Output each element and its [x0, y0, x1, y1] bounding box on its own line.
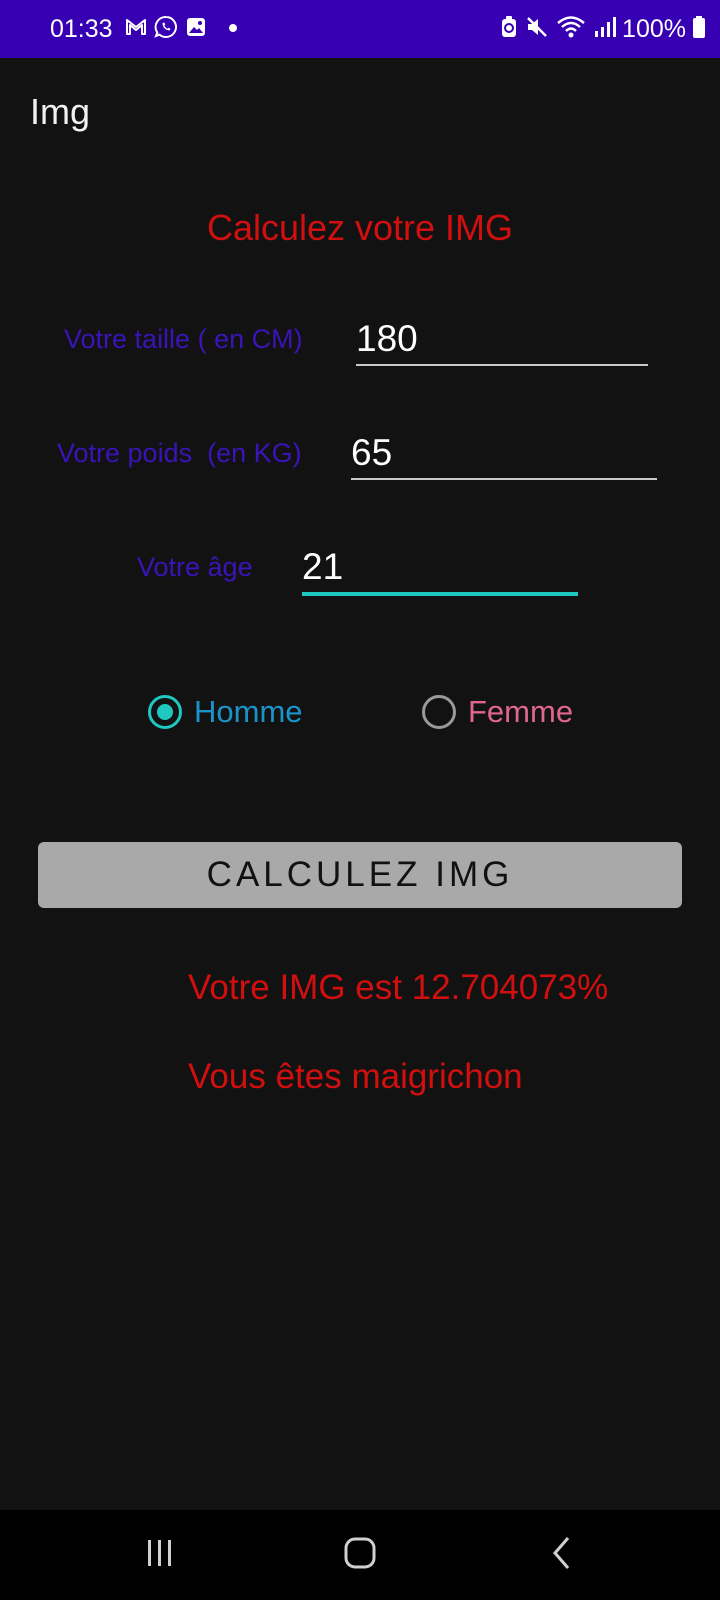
- battery-icon: [692, 15, 706, 44]
- radio-checked-icon: [148, 695, 182, 729]
- male-radio-label: Homme: [194, 694, 303, 729]
- height-label: Votre taille ( en CM): [64, 324, 303, 354]
- home-button[interactable]: [330, 1530, 390, 1580]
- status-bar: 01:33 100%: [0, 0, 720, 58]
- gallery-icon: [184, 15, 208, 44]
- signal-icon: [592, 15, 617, 44]
- app-title: Img: [30, 91, 91, 132]
- status-system-icons: 100%: [500, 14, 706, 44]
- weight-input[interactable]: [351, 428, 657, 480]
- battery-percentage: 100%: [622, 15, 686, 43]
- female-radio[interactable]: Femme: [422, 690, 573, 734]
- weight-label: Votre poids (en KG): [57, 438, 302, 468]
- page-heading: Calculez votre IMG: [206, 207, 514, 248]
- height-input[interactable]: [356, 314, 648, 366]
- whatsapp-icon: [154, 15, 178, 44]
- age-input[interactable]: [302, 542, 578, 596]
- dot-icon: [228, 20, 238, 38]
- battery-saver-icon: [500, 15, 518, 44]
- navigation-bar: [0, 1510, 720, 1600]
- wifi-icon: [556, 14, 586, 45]
- status-notification-icons: [124, 15, 238, 44]
- recent-apps-icon: [144, 1538, 176, 1573]
- result-value: Votre IMG est 12.704073%: [188, 968, 609, 1007]
- back-icon: [550, 1535, 574, 1576]
- mute-icon: [524, 14, 550, 45]
- calculate-button[interactable]: CALCULEZ IMG: [38, 842, 682, 908]
- female-radio-label: Femme: [468, 694, 574, 729]
- male-radio[interactable]: Homme: [148, 690, 303, 734]
- back-button[interactable]: [532, 1530, 592, 1580]
- age-label: Votre âge: [137, 552, 253, 582]
- result-comment: Vous êtes maigrichon: [188, 1057, 523, 1096]
- recent-apps-button[interactable]: [130, 1530, 190, 1580]
- status-time: 01:33: [50, 15, 113, 43]
- gmail-icon: [124, 15, 148, 44]
- radio-unchecked-icon: [422, 695, 456, 729]
- home-icon: [343, 1536, 377, 1575]
